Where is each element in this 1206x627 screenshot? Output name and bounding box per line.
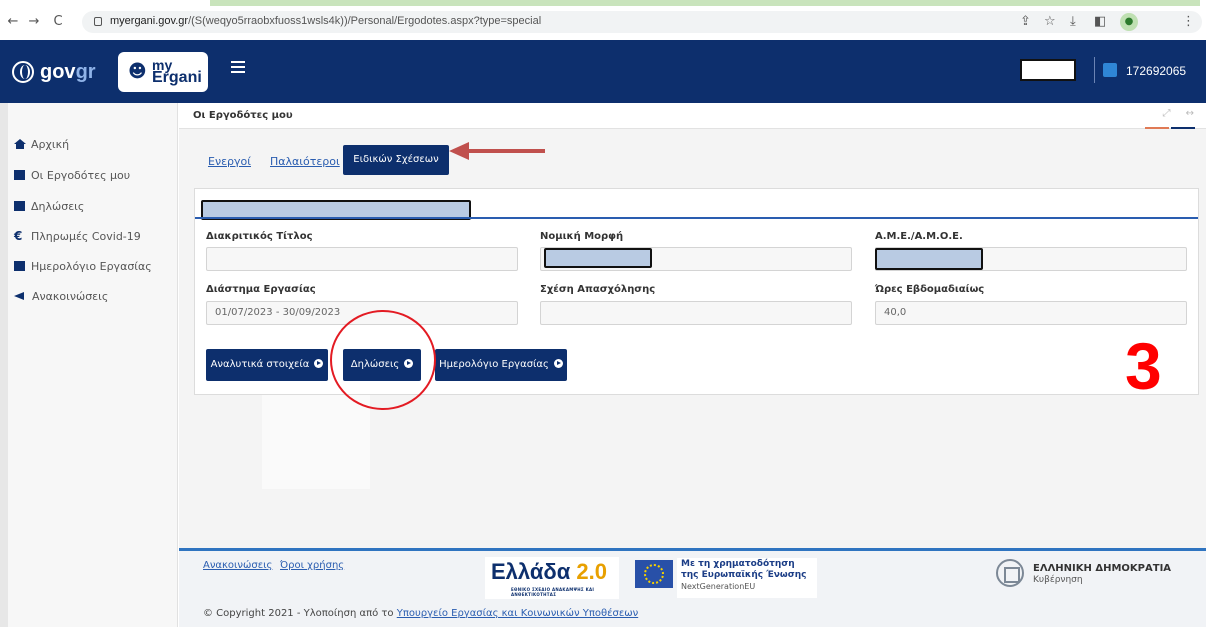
document-icon (14, 201, 25, 211)
sidebar-item-employers[interactable]: Οι Εργοδότες μου (14, 165, 130, 185)
myergani-logo[interactable]: ☻ my Ergani (118, 52, 208, 92)
sidepanel-icon[interactable]: ◧ (1094, 14, 1106, 30)
profile-avatar[interactable]: ● (1120, 13, 1138, 31)
distinctive-title-field (206, 247, 518, 271)
copyright: © Copyright 2021 - Υλοποίηση από το Υπου… (203, 608, 638, 619)
redacted-legal-form (544, 248, 652, 268)
copyright-text: © Copyright 2021 - Υλοποίηση από το (203, 608, 394, 619)
home-icon (14, 139, 26, 149)
url-path: /(S(weqyo5rraobxfuoss1wsls4k))/Personal/… (188, 15, 542, 27)
employment-relation-field (540, 301, 852, 325)
globe-icon (12, 61, 34, 83)
redacted-ame (875, 248, 983, 270)
accent-line-orange (1145, 127, 1169, 129)
download-icon[interactable]: ⤓ (1070, 14, 1076, 30)
building-icon (14, 170, 25, 180)
govgr-logo-text: gov (40, 60, 76, 83)
sidebar-item-work-calendar[interactable]: Ημερολόγιο Εργασίας (14, 256, 152, 276)
ame-label: Α.Μ.Ε./Α.Μ.Ο.Ε. (875, 231, 963, 242)
url-text[interactable]: myergani.gov.gr/(S(weqyo5rraobxfuoss1wsl… (110, 15, 541, 27)
calendar-icon (14, 261, 25, 271)
employment-relation-label: Σχέση Απασχόλησης (540, 284, 656, 295)
reload-button[interactable]: C (51, 15, 65, 29)
gov-title: ΕΛΛΗΝΙΚΗ ΔΗΜΟΚΡΑΤΙΑ (1033, 563, 1172, 574)
weekly-hours-label: Ώρες Εβδομαδιαίως (875, 284, 985, 295)
share-icon[interactable]: ⇪ (1020, 14, 1031, 30)
sidebar-item-declarations[interactable]: Δηλώσεις (14, 196, 84, 216)
back-button[interactable]: ← (6, 15, 20, 29)
header-divider (1094, 57, 1095, 83)
ellada-title-word: Ελλάδα (491, 559, 571, 584)
arrow-right-icon (553, 359, 563, 368)
greek-emblem-icon (996, 559, 1024, 587)
govgr-logo[interactable]: gov gr (12, 60, 96, 84)
more-menu-icon[interactable]: ⋮ (1182, 14, 1195, 30)
legal-form-label: Νομική Μορφή (540, 231, 624, 242)
eu-funding-line1: Με τη χρηματοδότηση (681, 559, 795, 569)
footer-link-terms[interactable]: Όροι χρήσης (280, 560, 344, 571)
mask-icon: ☻ (128, 61, 147, 82)
eu-stars-icon (644, 564, 664, 584)
ellada-version: 2.0 (576, 559, 607, 584)
work-calendar-button[interactable]: Ημερολόγιο Εργασίας (435, 349, 567, 381)
sidebar-item-home[interactable]: Αρχική (14, 134, 69, 154)
distinctive-title-label: Διακριτικός Τίτλος (206, 231, 313, 242)
eu-funding-line2: της Ευρωπαϊκής Ένωσης (681, 570, 807, 580)
ellada-2-logo: Ελλάδα 2.0 ΕΘΝΙΚΟ ΣΧΕΔΙΟ ΑΝΑΚΑΜΨΗΣ ΚΑΙ Α… (485, 557, 619, 599)
details-button[interactable]: Αναλυτικά στοιχεία (206, 349, 328, 381)
accent-line-navy (1171, 127, 1195, 129)
ellada-2-title: Ελλάδα 2.0 (491, 559, 607, 585)
tab-former-employers[interactable]: Παλαιότεροι (270, 155, 340, 168)
sidebar-item-covid-payments[interactable]: € Πληρωμές Covid-19 (14, 226, 141, 246)
tab-special-relations[interactable]: Ειδικών Σχέσεων (343, 145, 449, 175)
sidebar-item-label: Ημερολόγιο Εργασίας (31, 259, 152, 273)
sidebar-item-announcements[interactable]: Ανακοινώσεις (14, 286, 108, 306)
user-id[interactable]: 172692065 (1126, 64, 1186, 78)
footer: Ανακοινώσεις Όροι χρήσης Ελλάδα 2.0 ΕΘΝΙ… (179, 548, 1206, 627)
breadcrumb-bar: Οι Εργοδότες μου ⤢ ↔ (179, 103, 1206, 129)
annotation-arrow-icon (449, 142, 545, 160)
user-icon[interactable] (1103, 63, 1117, 77)
myergani-logo-name: Ergani (152, 69, 202, 86)
arrow-right-icon (314, 359, 324, 368)
url-domain: myergani.gov.gr (110, 15, 189, 27)
annotation-circle (330, 310, 436, 410)
tab-active-employers[interactable]: Ενεργοί (208, 155, 251, 168)
star-icon[interactable]: ☆ (1044, 14, 1056, 30)
address-bar[interactable]: myergani.gov.gr/(S(weqyo5rraobxfuoss1wsl… (82, 11, 1202, 33)
euro-icon: € (14, 229, 23, 243)
sidebar-item-label: Πληρωμές Covid-19 (31, 229, 141, 243)
eu-funding-text: Με τη χρηματοδότηση της Ευρωπαϊκής Ένωση… (677, 558, 817, 598)
card-header-line (195, 217, 1198, 219)
empty-placeholder-block (262, 395, 370, 489)
ellada-2-subtitle: ΕΘΝΙΚΟ ΣΧΕΔΙΟ ΑΝΑΚΑΜΨΗΣ ΚΑΙ ΑΝΘΕΚΤΙΚΟΤΗΤ… (511, 587, 595, 597)
lock-icon (94, 17, 102, 26)
browser-address-row: ← → C myergani.gov.gr/(S(weqyo5rraobxfuo… (0, 6, 1206, 39)
app-header: gov gr ☻ my Ergani 172692065 (0, 40, 1206, 103)
gov-subtitle: Κυβέρνηση (1033, 575, 1083, 585)
hamburger-menu-icon[interactable] (231, 61, 245, 73)
expand-icon[interactable]: ⤢ ↔ (1162, 108, 1200, 119)
work-period-label: Διάστημα Εργασίας (206, 284, 316, 295)
footer-link-announcements[interactable]: Ανακοινώσεις (203, 560, 272, 571)
breadcrumb: Οι Εργοδότες μου (193, 110, 293, 121)
sidebar-item-label: Αρχική (31, 137, 70, 151)
sidebar: Αρχική Οι Εργοδότες μου Δηλώσεις € Πληρωμ… (8, 103, 178, 627)
weekly-hours-field: 40,0 (875, 301, 1187, 325)
sidebar-item-label: Οι Εργοδότες μου (31, 168, 131, 182)
details-button-label: Αναλυτικά στοιχεία (210, 359, 310, 370)
govgr-logo-suffix: gr (75, 60, 96, 83)
ministry-link[interactable]: Υπουργείο Εργασίας και Κοινωνικών Υποθέσ… (397, 608, 638, 619)
left-gutter (0, 103, 8, 627)
main-content: Οι Εργοδότες μου ⤢ ↔ Ενεργοί Παλαιότεροι… (179, 103, 1206, 548)
eu-flag-icon (635, 560, 673, 588)
sidebar-item-label: Ανακοινώσεις (32, 289, 109, 303)
redacted-user-name (1020, 59, 1076, 81)
annotation-step-number: 3 (1125, 329, 1162, 403)
eu-funding-line3: NextGenerationEU (681, 582, 756, 591)
sidebar-item-label: Δηλώσεις (31, 199, 85, 213)
forward-button[interactable]: → (27, 15, 41, 29)
work-calendar-button-label: Ημερολόγιο Εργασίας (439, 359, 549, 370)
megaphone-icon (14, 291, 26, 301)
